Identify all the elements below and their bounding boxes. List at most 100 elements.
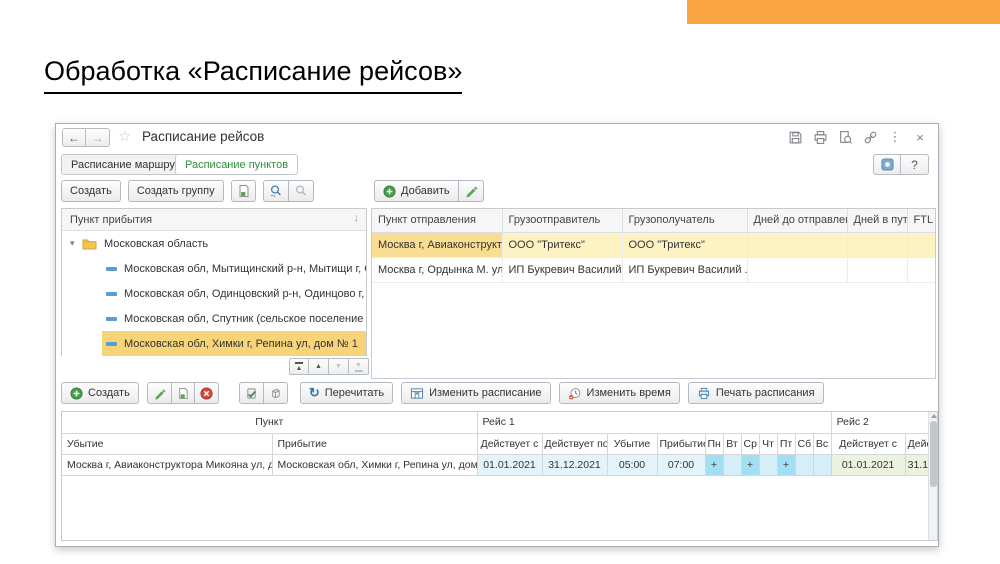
column-header-thursday[interactable]: Чт — [759, 433, 777, 454]
tree-item-address[interactable]: Московская обл, Спутник (сельское поселе… — [62, 306, 366, 331]
tree-item-address[interactable]: Московская обл, Мытищинский р-н, Мытищи … — [62, 256, 366, 281]
help-button[interactable]: ? — [901, 154, 929, 175]
create-button[interactable]: Создать — [61, 180, 121, 202]
column-header[interactable]: Дней в пути — [847, 209, 907, 232]
more-menu-icon[interactable]: ⋮ — [887, 129, 903, 145]
add-button[interactable]: Добавить — [374, 180, 459, 202]
cell-consignee[interactable]: ИП Букревич Василий ... — [622, 257, 747, 282]
tree-item-label: Московская обл, Спутник (сельское поселе… — [124, 313, 366, 325]
column-header[interactable]: Грузополучатель — [622, 209, 747, 232]
cell-days-travel[interactable] — [847, 232, 907, 257]
link-icon[interactable] — [862, 129, 878, 145]
tree-item-address[interactable]: Московская обл, Одинцовский р-н, Одинцов… — [62, 281, 366, 306]
change-time-button[interactable]: Изменить время — [559, 382, 680, 404]
cell-arrival-point[interactable]: Московская обл, Химки г, Репина ул, дом … — [272, 454, 477, 475]
cell-departure-point[interactable]: Москва г, Авиаконструкто... — [372, 232, 502, 257]
save-icon[interactable] — [787, 129, 803, 145]
scrollbar-thumb[interactable] — [930, 421, 937, 487]
column-header[interactable]: FTL — [907, 209, 936, 232]
reread-button[interactable]: ↻ Перечитать — [300, 382, 393, 404]
cell-trip2-valid-to[interactable]: 31.12.2021 — [905, 454, 930, 475]
cell-trip2-valid-from[interactable]: 01.01.2021 — [831, 454, 905, 475]
column-header-valid-to[interactable]: Действует по — [542, 433, 607, 454]
column-header-valid-from[interactable]: Действует с — [477, 433, 542, 454]
column-header-trip2-valid-to[interactable]: Действует по — [905, 433, 930, 454]
move-down-button[interactable]: ▼ — [329, 358, 349, 375]
cell-valid-from[interactable]: 01.01.2021 — [477, 454, 542, 475]
arrival-panel-header[interactable]: Пункт прибытия ↓ — [62, 209, 366, 231]
column-header[interactable]: Грузоотправитель — [502, 209, 622, 232]
copy-row-button[interactable] — [172, 382, 195, 404]
cell-depart-time[interactable]: 05:00 — [607, 454, 657, 475]
search-group — [263, 180, 314, 202]
cell-shipper[interactable]: ИП Букревич Василий ... — [502, 257, 622, 282]
tree-expander-icon[interactable]: ▾ — [70, 238, 82, 249]
column-header-sunday[interactable]: Вс — [813, 433, 831, 454]
form-settings-button[interactable] — [873, 154, 901, 175]
scrollbar-up-arrow[interactable] — [931, 414, 937, 418]
cell-valid-to[interactable]: 31.12.2021 — [542, 454, 607, 475]
table-row[interactable]: Москва г, Ордынка М. ул,... ИП Букревич … — [372, 257, 936, 282]
column-header-tuesday[interactable]: Вт — [723, 433, 741, 454]
printer-icon — [697, 387, 711, 400]
cell-day-monday[interactable]: + — [705, 454, 723, 475]
print-schedule-button[interactable]: Печать расписания — [688, 382, 824, 404]
cancel-search-button[interactable] — [289, 180, 314, 202]
column-header-saturday[interactable]: Сб — [795, 433, 813, 454]
tree-item-address-selected[interactable]: Московская обл, Химки г, Репина ул, дом … — [62, 331, 366, 356]
back-button[interactable]: ← — [62, 128, 86, 147]
column-header-depart-time[interactable]: Убытие — [607, 433, 657, 454]
column-header-monday[interactable]: Пн — [705, 433, 723, 454]
list-item-dash-icon — [106, 342, 117, 346]
create-row-button[interactable]: Создать — [61, 382, 139, 404]
cell-arrive-time[interactable]: 07:00 — [657, 454, 705, 475]
cell-day-saturday[interactable] — [795, 454, 813, 475]
departure-toolbar: Добавить — [374, 180, 484, 202]
cell-day-thursday[interactable] — [759, 454, 777, 475]
tree-item-region[interactable]: ▾ Московская область — [62, 231, 366, 256]
column-header[interactable]: Пункт отправления — [372, 209, 502, 232]
cell-departure-point[interactable]: Москва г, Авиаконструктора Микояна ул, д… — [62, 454, 272, 475]
column-header-departure[interactable]: Убытие — [62, 433, 272, 454]
copy-cube-button[interactable] — [264, 382, 288, 404]
cell-days-travel[interactable] — [847, 257, 907, 282]
cell-day-sunday[interactable] — [813, 454, 831, 475]
cell-day-tuesday[interactable] — [723, 454, 741, 475]
tab-point-schedule[interactable]: Расписание пунктов — [175, 154, 298, 175]
edit-button[interactable] — [459, 180, 484, 202]
schedule-row[interactable]: Москва г, Авиаконструктора Микояна ул, д… — [62, 454, 930, 475]
table-row-selected[interactable]: Москва г, Авиаконструкто... ООО "Тритекс… — [372, 232, 936, 257]
cell-ftl[interactable] — [907, 232, 936, 257]
cell-day-wednesday[interactable]: + — [741, 454, 759, 475]
edit-row-button[interactable] — [147, 382, 172, 404]
print-icon[interactable] — [812, 129, 828, 145]
close-icon[interactable]: × — [912, 129, 928, 145]
cell-shipper[interactable]: ООО "Тритекс" — [502, 232, 622, 257]
column-header-wednesday[interactable]: Ср — [741, 433, 759, 454]
copy-item-button[interactable] — [231, 180, 256, 202]
column-header[interactable]: Дней до отправления — [747, 209, 847, 232]
column-header-arrival[interactable]: Прибытие — [272, 433, 477, 454]
move-up-button[interactable]: ▲ — [309, 358, 329, 375]
search-button[interactable] — [263, 180, 289, 202]
forward-button[interactable]: → — [86, 128, 110, 147]
column-header-arrive-time[interactable]: Прибытие — [657, 433, 705, 454]
column-header-trip2-valid-from[interactable]: Действует с — [831, 433, 905, 454]
delete-row-button[interactable] — [195, 382, 219, 404]
move-to-bottom-button[interactable]: ▼ — [349, 358, 369, 375]
set-flag-button[interactable] — [239, 382, 264, 404]
move-to-top-button[interactable]: ▲ — [289, 358, 309, 375]
cell-consignee[interactable]: ООО "Тритекс" — [622, 232, 747, 257]
cell-day-friday[interactable]: + — [777, 454, 795, 475]
favorite-star-icon[interactable]: ☆ — [118, 127, 131, 145]
vertical-scrollbar[interactable] — [928, 412, 937, 540]
preview-search-icon[interactable] — [837, 129, 853, 145]
window-header-icons: ⋮ × — [787, 129, 928, 145]
create-group-button[interactable]: Создать группу — [128, 180, 224, 202]
column-header-friday[interactable]: Пт — [777, 433, 795, 454]
cell-ftl[interactable] — [907, 257, 936, 282]
change-schedule-button[interactable]: Изменить расписание — [401, 382, 550, 404]
cell-days-before[interactable] — [747, 232, 847, 257]
cell-days-before[interactable] — [747, 257, 847, 282]
cell-departure-point[interactable]: Москва г, Ордынка М. ул,... — [372, 257, 502, 282]
